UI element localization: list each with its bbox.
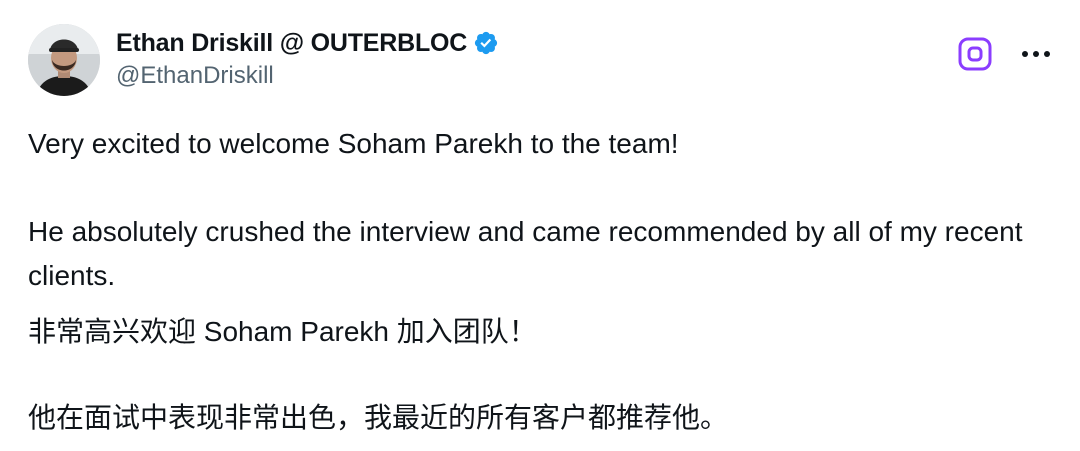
author-handle[interactable]: @EthanDriskill [116, 62, 274, 90]
author-display-name[interactable]: Ethan Driskill @ OUTERBLOC [116, 29, 467, 58]
tweet-card: Ethan Driskill @ OUTERBLOC @EthanDriskil… [0, 0, 1080, 451]
profile-photo-icon [28, 24, 100, 96]
tweet-paragraph: Very excited to welcome Soham Parekh to … [28, 128, 679, 159]
author-name-row: Ethan Driskill @ OUTERBLOC [116, 27, 499, 59]
grok-icon[interactable] [958, 37, 992, 71]
more-dots-icon[interactable] [1016, 36, 1056, 72]
tweet-paragraph: 非常高兴欢迎 Soham Parekh 加入团队！ [28, 316, 537, 347]
tweet-paragraph: 他在面试中表现非常出色，我最近的所有客户都推荐他。 [28, 402, 729, 433]
verified-badge-icon[interactable] [473, 30, 499, 56]
avatar[interactable] [28, 24, 100, 96]
tweet-paragraph: He absolutely crushed the interview and … [28, 216, 1023, 291]
